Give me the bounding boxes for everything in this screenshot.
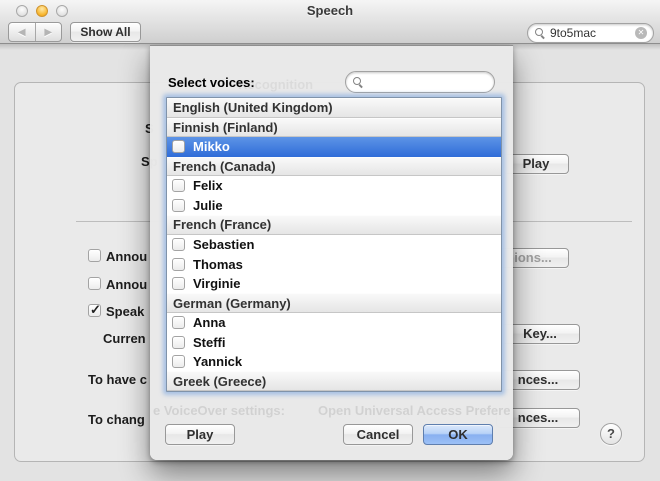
select-voices-label: Select voices: <box>168 75 255 90</box>
current-key-label-fragment: Curren <box>103 331 146 346</box>
nav-back-forward: ◀ ▶ <box>8 22 62 42</box>
voice-group-header[interactable]: Greek (Greece) <box>167 371 501 391</box>
voiceover-label-fragment: To chang <box>88 412 145 427</box>
forward-button[interactable]: ▶ <box>36 23 62 41</box>
voice-checkbox[interactable] <box>172 140 185 153</box>
ok-button[interactable]: OK <box>423 424 493 445</box>
voice-group-header[interactable]: English (United Kingdom) <box>167 98 501 118</box>
voice-checkbox[interactable] <box>172 355 185 368</box>
back-arrow-icon: ◀ <box>18 27 26 38</box>
help-button[interactable]: ? <box>600 423 622 445</box>
voice-name-label: Yannick <box>193 354 242 369</box>
voice-group-header[interactable]: German (Germany) <box>167 293 501 313</box>
voice-search-field[interactable] <box>345 71 495 93</box>
voice-group-label: Greek (Greece) <box>173 374 266 389</box>
voice-group-label: French (France) <box>173 217 271 232</box>
voice-row[interactable]: Felix <box>167 176 501 196</box>
voice-list: English (United Kingdom) Finnish (Finland… <box>166 97 502 392</box>
search-icon <box>352 76 364 88</box>
voice-name-label: Julie <box>193 198 223 213</box>
ghost-universal-access-text: Open Universal Access Prefere <box>318 403 510 418</box>
voice-row[interactable]: Thomas <box>167 254 501 274</box>
search-icon <box>534 27 546 39</box>
voice-row[interactable]: Virginie <box>167 274 501 294</box>
voice-row[interactable]: Mikko <box>167 137 501 157</box>
window-title: Speech <box>0 3 660 18</box>
forward-arrow-icon: ▶ <box>44 27 52 38</box>
voice-name-label: Sebastien <box>193 237 254 252</box>
voice-group-header[interactable]: French (France) <box>167 215 501 235</box>
sheet-play-button[interactable]: Play <box>165 424 235 445</box>
back-button[interactable]: ◀ <box>9 23 36 41</box>
voice-name-label: Mikko <box>193 139 230 154</box>
voice-checkbox[interactable] <box>172 277 185 290</box>
voice-row[interactable]: Sebastien <box>167 235 501 255</box>
voice-checkbox[interactable] <box>172 336 185 349</box>
voice-name-label: Virginie <box>193 276 240 291</box>
voice-group-header[interactable]: Finnish (Finland) <box>167 118 501 138</box>
voice-checkbox[interactable] <box>172 258 185 271</box>
voice-checkbox[interactable] <box>172 199 185 212</box>
voice-checkbox[interactable] <box>172 238 185 251</box>
voice-name-label: Thomas <box>193 257 243 272</box>
voice-search-input[interactable] <box>368 75 488 89</box>
announce-alerts-checkbox[interactable] <box>88 249 101 262</box>
voice-group-label: Finnish (Finland) <box>173 120 278 135</box>
voice-name-label: Steffi <box>193 335 226 350</box>
select-voices-sheet: Recognition e VoiceOver settings: Open U… <box>150 45 513 460</box>
show-all-button[interactable]: Show All <box>70 22 141 42</box>
speech-preferences-window: Speech ◀ ▶ Show All ✕ S Sp Annou Annou S… <box>0 0 660 481</box>
voice-row[interactable]: Steffi <box>167 332 501 352</box>
voice-checkbox[interactable] <box>172 316 185 329</box>
voice-row[interactable]: Anna <box>167 313 501 333</box>
ghost-voiceover-text: e VoiceOver settings: <box>153 403 285 418</box>
title-bar: Speech ◀ ▶ Show All ✕ <box>0 0 660 44</box>
voice-row[interactable]: Julie <box>167 196 501 216</box>
voice-group-label: English (United Kingdom) <box>173 100 333 115</box>
announce-attention-label-fragment: Annou <box>106 277 147 292</box>
speak-selected-label-fragment: Speak <box>106 304 144 319</box>
voice-name-label: Felix <box>193 178 223 193</box>
clear-search-icon[interactable]: ✕ <box>635 27 647 39</box>
voice-checkbox[interactable] <box>172 179 185 192</box>
clock-announce-label-fragment: To have c <box>88 372 147 387</box>
cancel-button[interactable]: Cancel <box>343 424 413 445</box>
voice-row[interactable]: Yannick <box>167 352 501 372</box>
voice-group-label: French (Canada) <box>173 159 276 174</box>
speak-selected-text-checkbox[interactable] <box>88 304 101 317</box>
announce-attention-checkbox[interactable] <box>88 277 101 290</box>
preferences-search-field[interactable]: ✕ <box>527 23 654 43</box>
voice-group-label: German (Germany) <box>173 296 291 311</box>
voice-name-label: Anna <box>193 315 226 330</box>
voice-group-header[interactable]: French (Canada) <box>167 157 501 177</box>
search-input[interactable] <box>550 26 631 40</box>
announce-alerts-label-fragment: Annou <box>106 249 147 264</box>
